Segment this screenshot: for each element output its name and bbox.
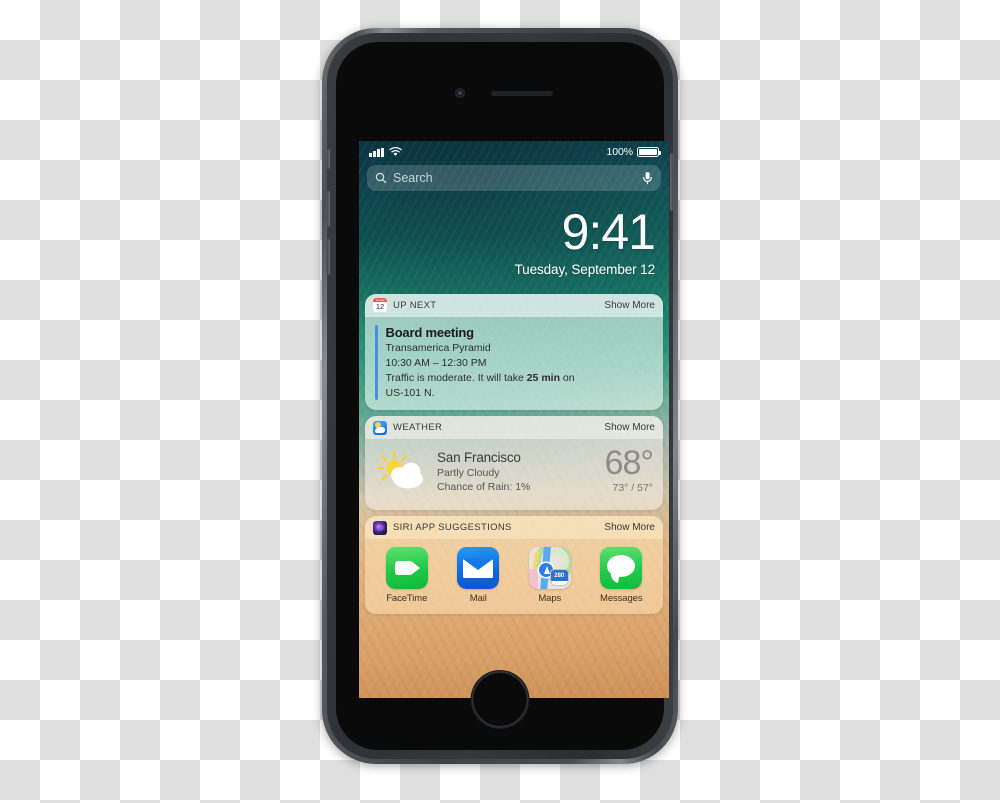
cloud-glyph (375, 427, 385, 433)
widget-title: UP NEXT (393, 299, 437, 311)
highway-shield-icon: 280 (550, 570, 568, 586)
phone-bezel: 100% Search 9:41 Tuesday, September 12 T… (336, 42, 669, 750)
widget-weather[interactable]: WEATHER Show More San Francisco Partly C… (365, 416, 663, 511)
search-input[interactable]: Search (367, 165, 661, 191)
front-camera-icon (455, 88, 465, 98)
status-bar-right: 100% (606, 146, 661, 158)
show-more-button[interactable]: Show More (604, 522, 655, 533)
traffic-suffix: on (559, 371, 575, 384)
app-label: Messages (600, 593, 643, 605)
app-messages[interactable]: Messages (592, 547, 650, 604)
power-button[interactable] (670, 153, 674, 211)
weather-condition: Partly Cloudy (437, 467, 500, 480)
search-placeholder: Search (393, 171, 433, 185)
volume-up-button[interactable] (326, 191, 330, 227)
maps-icon: 280 (528, 547, 571, 590)
event-route: US-101 N. (385, 387, 435, 400)
status-bar: 100% (359, 141, 669, 163)
earpiece-speaker-icon (491, 91, 553, 96)
clock-date: Tuesday, September 12 (514, 261, 656, 277)
lockscreen-clock: 9:41 Tuesday, September 12 (359, 191, 669, 277)
calendar-icon-day: 12 (375, 302, 385, 312)
siri-icon (373, 520, 387, 535)
microphone-icon[interactable] (642, 171, 653, 185)
mail-icon (457, 547, 500, 590)
cellular-signal-icon (369, 147, 384, 157)
widget-title: WEATHER (393, 422, 443, 434)
iphone-device: 100% Search 9:41 Tuesday, September 12 T… (322, 28, 678, 764)
messages-icon (600, 547, 643, 590)
widget-header: SIRI APP SUGGESTIONS Show More (365, 516, 663, 540)
volume-down-button[interactable] (326, 239, 330, 275)
traffic-prefix: Traffic is moderate. It will take (385, 371, 527, 384)
event-title: Board meeting (385, 324, 475, 340)
wifi-icon (388, 147, 402, 156)
app-label: Maps (538, 593, 562, 605)
app-facetime[interactable]: FaceTime (378, 547, 436, 604)
widget-header: WEATHER Show More (365, 416, 663, 440)
sun-behind-cloud-icon (375, 450, 433, 493)
weather-temperature: 68° (604, 444, 654, 483)
widget-body: Board meeting Transamerica Pyramid 10:30… (365, 317, 663, 411)
battery-full-icon (637, 146, 661, 158)
weather-temps: 68° 73° / 57° (604, 444, 654, 495)
widget-up-next[interactable]: Tuesday 12 UP NEXT Show More Board meeti… (365, 293, 663, 411)
facetime-icon (385, 547, 428, 590)
highway-number: 280 (550, 570, 568, 582)
event-traffic: Traffic is moderate. It will take 25 min… (386, 371, 575, 385)
app-label: Mail (469, 593, 487, 605)
event-time-range: 10:30 AM – 12:30 PM (385, 356, 487, 369)
weather-chance-of-rain: Chance of Rain: 1% (437, 481, 531, 494)
weather-city: San Francisco (437, 450, 521, 466)
weather-high-low: 73° / 57° (612, 482, 653, 495)
traffic-duration: 25 min (526, 371, 560, 384)
home-button[interactable] (471, 671, 529, 728)
widget-list: Tuesday 12 UP NEXT Show More Board meeti… (359, 293, 669, 615)
calendar-icon: Tuesday 12 (373, 298, 387, 312)
widget-siri-app-suggestions[interactable]: SIRI APP SUGGESTIONS Show More FaceTime (365, 516, 663, 615)
show-more-button[interactable]: Show More (604, 422, 655, 433)
ring-silent-switch[interactable] (326, 149, 330, 169)
widget-title: SIRI APP SUGGESTIONS (393, 522, 512, 534)
widget-body: San Francisco Partly Cloudy Chance of Ra… (365, 439, 663, 510)
event-location: Transamerica Pyramid (385, 341, 491, 354)
weather-icon (373, 420, 387, 435)
event-accent-bar (375, 324, 378, 401)
clock-time: 9:41 (561, 204, 656, 260)
phone-chassis: 100% Search 9:41 Tuesday, September 12 T… (326, 33, 674, 759)
app-suggestion-grid: FaceTime Mail 280 Maps Messages (365, 539, 663, 614)
app-label: FaceTime (386, 593, 428, 605)
app-maps[interactable]: 280 Maps (521, 547, 579, 604)
app-mail[interactable]: Mail (449, 547, 507, 604)
widget-header: Tuesday 12 UP NEXT Show More (365, 293, 663, 317)
status-bar-left (369, 147, 402, 157)
search-icon (375, 172, 387, 184)
phone-screen: 100% Search 9:41 Tuesday, September 12 T… (359, 141, 669, 698)
battery-percent-label: 100% (606, 146, 634, 158)
weather-details: San Francisco Partly Cloudy Chance of Ra… (433, 450, 605, 493)
event-details: Board meeting Transamerica Pyramid 10:30… (386, 325, 575, 401)
show-more-button[interactable]: Show More (604, 300, 655, 311)
